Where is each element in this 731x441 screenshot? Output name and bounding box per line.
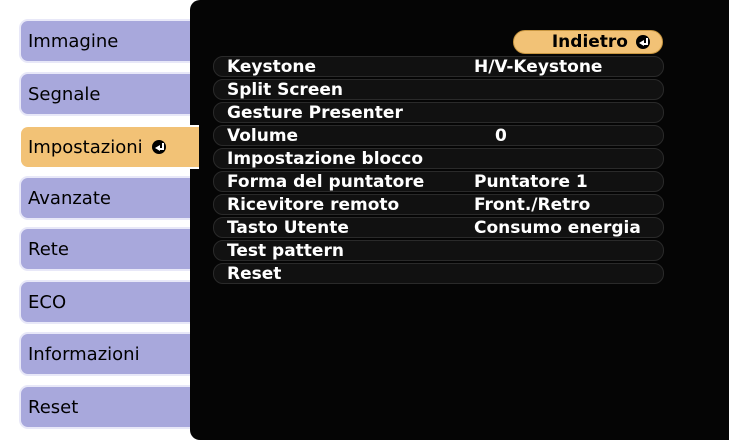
setting-reset[interactable]: Reset	[213, 263, 664, 284]
setting-label: Keystone	[227, 57, 317, 77]
tab-label: Segnale	[28, 83, 101, 105]
tab-label: Immagine	[28, 30, 119, 52]
setting-forma-del-puntatore[interactable]: Forma del puntatore Puntatore 1	[213, 171, 664, 192]
tab-segnale[interactable]: Segnale	[19, 72, 190, 116]
setting-label: Impostazione blocco	[227, 149, 424, 169]
tab-rete[interactable]: Rete	[19, 227, 190, 271]
tab-reset[interactable]: Reset	[19, 385, 190, 429]
tab-label: ECO	[28, 291, 67, 313]
setting-label: Forma del puntatore	[227, 172, 425, 192]
tab-label: Impostazioni	[28, 136, 143, 158]
tab-immagine[interactable]: Immagine	[19, 19, 190, 63]
setting-gesture-presenter[interactable]: Gesture Presenter	[213, 102, 664, 123]
tab-impostazioni[interactable]: Impostazioni	[19, 125, 199, 169]
tab-avanzate[interactable]: Avanzate	[19, 176, 190, 220]
setting-test-pattern[interactable]: Test pattern	[213, 240, 664, 261]
tab-eco[interactable]: ECO	[19, 280, 190, 324]
tab-informazioni[interactable]: Informazioni	[19, 332, 190, 376]
setting-label: Test pattern	[227, 241, 344, 261]
setting-value: Puntatore 1	[474, 172, 588, 192]
tab-label: Informazioni	[28, 343, 140, 365]
tab-label: Reset	[28, 396, 79, 418]
tab-label: Avanzate	[28, 187, 111, 209]
setting-tasto-utente[interactable]: Tasto Utente Consumo energia	[213, 217, 664, 238]
setting-label: Ricevitore remoto	[227, 195, 400, 215]
setting-label: Tasto Utente	[227, 218, 349, 238]
setting-value: 0	[495, 126, 507, 146]
enter-icon	[151, 140, 166, 154]
setting-label: Gesture Presenter	[227, 103, 403, 123]
setting-value: Front./Retro	[474, 195, 591, 215]
back-button[interactable]: Indietro	[513, 30, 663, 54]
setting-volume[interactable]: Volume 0	[213, 125, 664, 146]
setting-label: Split Screen	[227, 80, 343, 100]
setting-split-screen[interactable]: Split Screen	[213, 79, 664, 100]
back-button-label: Indietro	[551, 32, 628, 52]
setting-value: H/V-Keystone	[474, 57, 603, 77]
setting-label: Reset	[227, 264, 282, 284]
setting-keystone[interactable]: Keystone H/V-Keystone	[213, 56, 664, 77]
setting-value: Consumo energia	[474, 218, 641, 238]
setting-impostazione-blocco[interactable]: Impostazione blocco	[213, 148, 664, 169]
setting-label: Volume	[227, 126, 299, 146]
settings-list: Keystone H/V-Keystone Split Screen Gestu…	[213, 56, 664, 286]
enter-icon	[636, 35, 650, 49]
setting-ricevitore-remoto[interactable]: Ricevitore remoto Front./Retro	[213, 194, 664, 215]
tab-label: Rete	[28, 238, 69, 260]
